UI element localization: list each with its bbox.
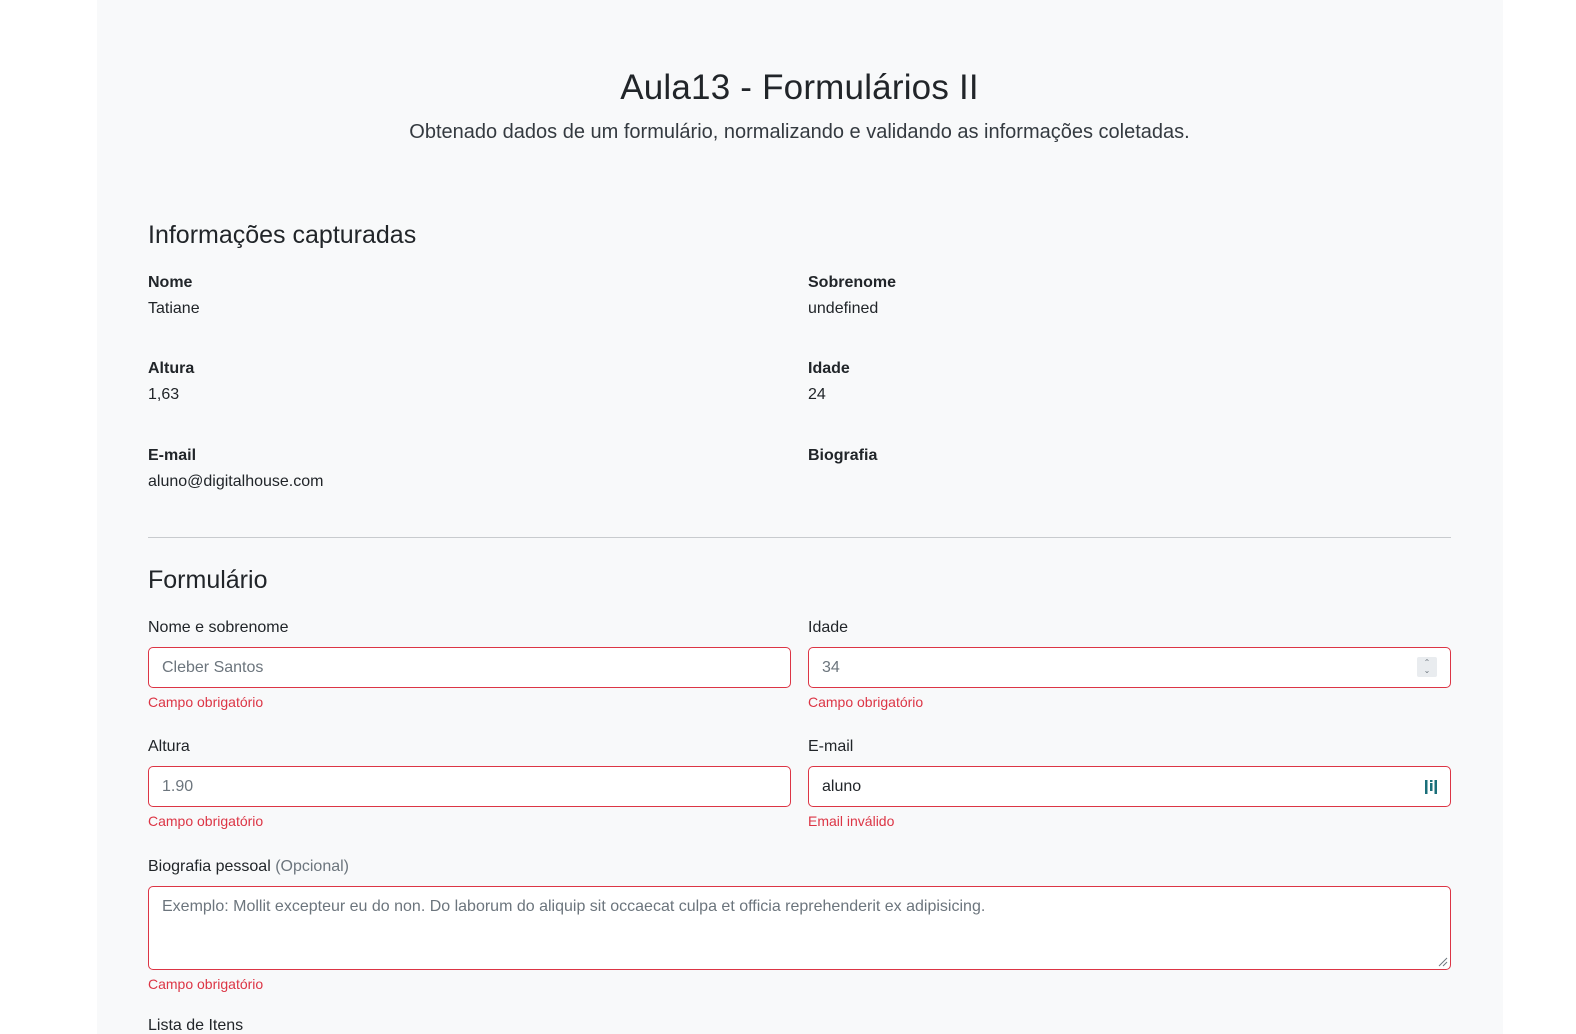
- form-section-title: Formulário: [148, 566, 268, 594]
- age-placeholder: 34: [822, 658, 840, 676]
- bio-textarea[interactable]: Exemplo: Mollit excepteur eu do non. Do …: [148, 886, 1451, 970]
- bio-optional-text: (Opcional): [275, 858, 350, 875]
- age-field: Idade 34 ⌃ ⌄ Campo obrigatório: [808, 618, 1451, 718]
- number-spinner-icon[interactable]: ⌃ ⌄: [1417, 657, 1437, 677]
- name-placeholder: Cleber Santos: [162, 658, 264, 676]
- password-manager-icon[interactable]: [1424, 778, 1438, 796]
- info-label: Altura: [148, 360, 195, 377]
- height-field: Altura 1.90 Campo obrigatório: [148, 737, 791, 837]
- age-error: Campo obrigatório: [808, 694, 924, 710]
- email-label: E-mail: [808, 738, 854, 755]
- bio-placeholder: Exemplo: Mollit excepteur eu do non. Do …: [162, 898, 986, 915]
- page-container: Aula13 - Formulários II Obtenado dados d…: [97, 0, 1503, 1034]
- name-error: Campo obrigatório: [148, 694, 264, 710]
- bio-label-text: Biografia pessoal: [148, 858, 271, 875]
- info-email: E-mail aluno@digitalhouse.com: [148, 446, 788, 492]
- page-title: Aula13 - Formulários II: [620, 68, 979, 107]
- info-biografia: Biografia: [808, 446, 1448, 472]
- info-label: Biografia: [808, 447, 878, 464]
- age-input[interactable]: 34 ⌃ ⌄: [808, 647, 1451, 688]
- info-label: E-mail: [148, 447, 197, 464]
- name-input[interactable]: Cleber Santos: [148, 647, 791, 688]
- info-label: Sobrenome: [808, 274, 897, 291]
- name-label: Nome e sobrenome: [148, 619, 289, 636]
- info-idade: Idade 24: [808, 359, 1448, 405]
- name-field: Nome e sobrenome Cleber Santos Campo obr…: [148, 618, 791, 718]
- email-input[interactable]: aluno: [808, 766, 1451, 807]
- info-label: Idade: [808, 360, 850, 377]
- info-label: Nome: [148, 274, 193, 291]
- section-divider: [148, 537, 1451, 538]
- bio-error: Campo obrigatório: [148, 976, 264, 992]
- page-subtitle: Obtenado dados de um formulário, normali…: [409, 121, 1190, 143]
- captured-section-title: Informações capturadas: [148, 221, 417, 249]
- items-list-label: Lista de Itens: [148, 1017, 244, 1034]
- info-value: 1,63: [148, 386, 180, 403]
- info-value: aluno@digitalhouse.com: [148, 473, 324, 490]
- bio-label: Biografia pessoal (Opcional): [148, 857, 1451, 877]
- bio-field: Biografia pessoal (Opcional) Exemplo: Mo…: [148, 857, 1451, 1002]
- info-altura: Altura 1,63: [148, 359, 788, 405]
- info-sobrenome: Sobrenome undefined: [808, 273, 1448, 319]
- email-error: Email inválido: [808, 813, 895, 829]
- email-field: E-mail aluno Email inválido: [808, 737, 1451, 837]
- height-placeholder: 1.90: [162, 777, 194, 795]
- age-label: Idade: [808, 619, 849, 636]
- info-nome: Nome Tatiane: [148, 273, 788, 319]
- height-error: Campo obrigatório: [148, 813, 264, 829]
- height-input[interactable]: 1.90: [148, 766, 791, 807]
- info-value: 24: [808, 386, 826, 403]
- info-value: undefined: [808, 300, 879, 317]
- resize-handle-icon[interactable]: [1436, 955, 1448, 967]
- height-label: Altura: [148, 738, 190, 755]
- email-value: aluno: [822, 777, 862, 795]
- info-value: Tatiane: [148, 300, 200, 317]
